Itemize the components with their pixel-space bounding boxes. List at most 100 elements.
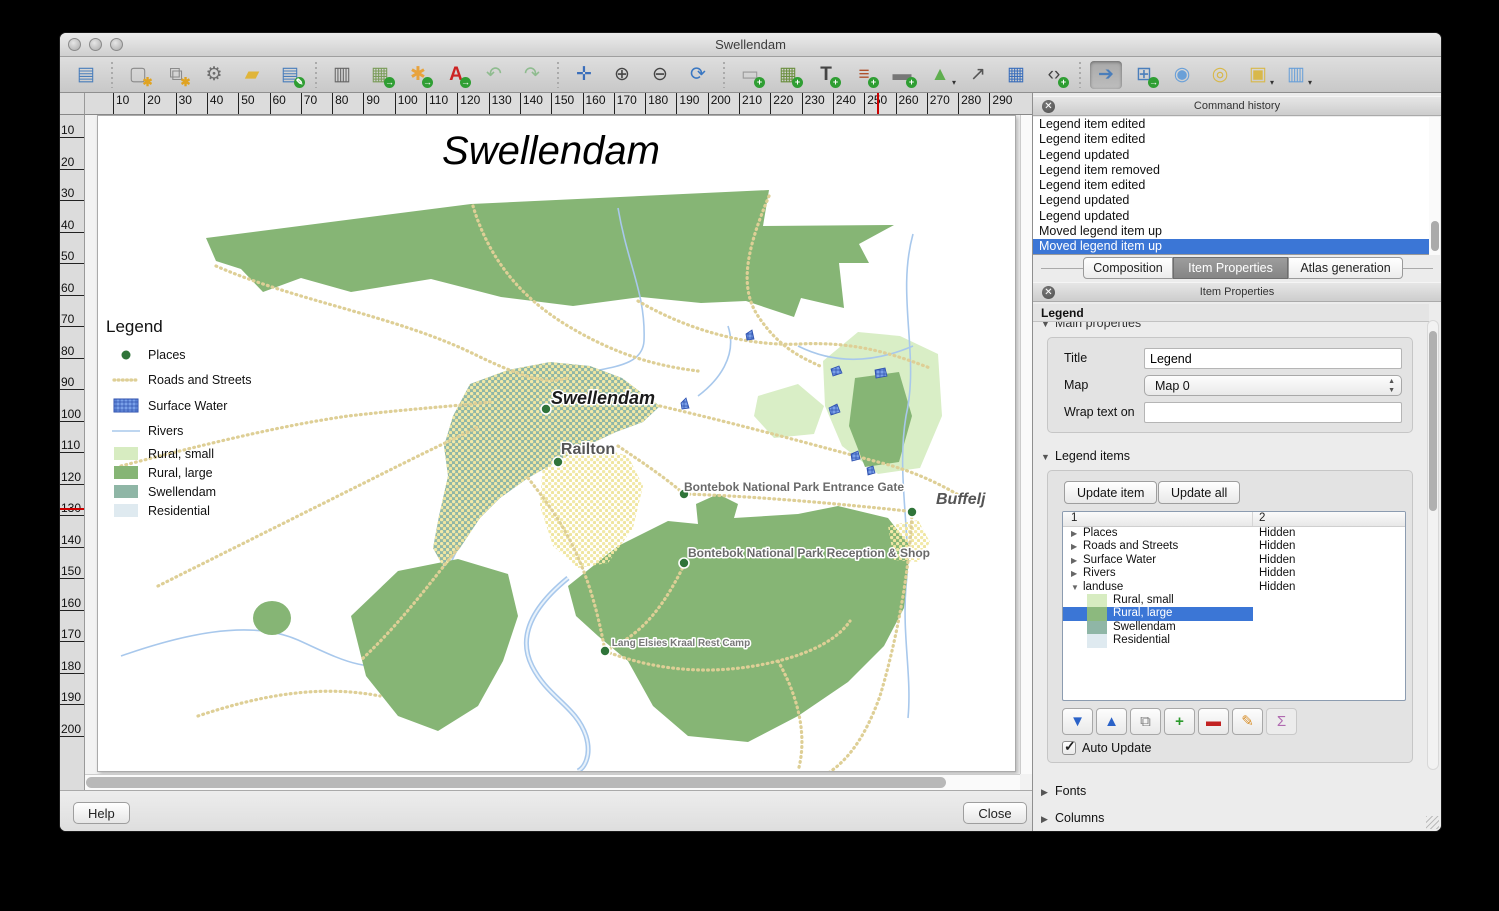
- tree-expander-icon[interactable]: ▶: [1063, 540, 1077, 553]
- tree-row[interactable]: Rural, large: [1063, 607, 1405, 621]
- canvas-hscroll-thumb[interactable]: [86, 777, 946, 788]
- canvas-horizontal-scrollbar[interactable]: [85, 774, 1020, 790]
- count-features-icon[interactable]: Σ: [1266, 708, 1297, 735]
- map-select[interactable]: Map 0 ▲ ▼: [1144, 375, 1402, 396]
- move-up-icon[interactable]: ▲: [1096, 708, 1127, 735]
- v-ruler-tick: 190: [60, 690, 84, 705]
- redo-icon[interactable]: ↷: [516, 61, 548, 89]
- h-ruler-tick: 120: [457, 93, 480, 114]
- horizontal-ruler[interactable]: 10 20 30 40 50 60 70 80 90 100 110 120 130 140 150 160 1…: [85, 93, 1032, 115]
- export-svg-icon[interactable]: ✱ →: [402, 61, 434, 89]
- tree-expander-icon[interactable]: ▼: [1063, 581, 1079, 594]
- help-button[interactable]: Help: [73, 802, 130, 824]
- open-icon[interactable]: ▰: [236, 61, 268, 89]
- tree-row-label: Surface Water: [1083, 553, 1157, 566]
- tree-expander-icon[interactable]: ▶: [1063, 527, 1077, 540]
- add-map-icon[interactable]: ▭ +: [734, 61, 766, 89]
- resize-grip-icon[interactable]: [1426, 816, 1439, 829]
- command-history-item[interactable]: Legend item edited: [1033, 132, 1429, 147]
- paste-item-icon[interactable]: ⧉: [1130, 708, 1161, 735]
- fonts-section-header[interactable]: ▶ Fonts: [1041, 784, 1086, 798]
- tab-composition[interactable]: Composition: [1083, 257, 1173, 279]
- command-history-close-icon[interactable]: ✕: [1042, 100, 1055, 113]
- print-icon[interactable]: ▥: [326, 61, 358, 89]
- select-move-item-icon[interactable]: ➔: [1090, 60, 1122, 89]
- ungroup-items-icon[interactable]: ◎: [1204, 61, 1236, 89]
- columns-section-header[interactable]: ▶ Columns: [1041, 811, 1104, 825]
- composition-manager-icon[interactable]: ⚙: [198, 61, 230, 89]
- add-scalebar-icon[interactable]: ▬ +: [886, 61, 918, 89]
- add-legend-icon[interactable]: ≡ +: [848, 61, 880, 89]
- command-history-item[interactable]: Legend item removed: [1033, 163, 1429, 178]
- export-image-icon[interactable]: ▦ →: [364, 61, 396, 89]
- tree-expander-icon[interactable]: ▶: [1063, 567, 1077, 580]
- legend-places-symbol: [121, 350, 131, 360]
- save-as-template-icon[interactable]: ▤ ✎: [274, 61, 306, 89]
- titlebar[interactable]: Swellendam: [60, 33, 1441, 57]
- remove-item-icon[interactable]: ▬: [1198, 708, 1229, 735]
- save-icon[interactable]: ▤: [70, 61, 102, 89]
- zoom-in-icon[interactable]: ⊕: [606, 61, 638, 89]
- tree-row-label: Rivers: [1083, 567, 1116, 580]
- command-history-item[interactable]: Legend updated: [1033, 209, 1429, 224]
- tree-row[interactable]: Swellendam: [1063, 620, 1405, 635]
- vertical-ruler[interactable]: 1020304050607080901001101201301401501601…: [60, 115, 85, 790]
- tree-row[interactable]: ▼ landuse Hidden: [1063, 581, 1405, 594]
- composition-page[interactable]: Swellendam Legend Places Roads and Stree…: [97, 115, 1016, 780]
- tree-row[interactable]: Rural, small: [1063, 593, 1405, 608]
- map-item[interactable]: Swellendam Legend Places Roads and Stree…: [98, 116, 1015, 780]
- title-field[interactable]: [1144, 348, 1402, 369]
- map-field-label: Map: [1064, 378, 1089, 392]
- duplicate-composition-icon[interactable]: ⧉ ✱: [160, 61, 192, 89]
- update-item-button[interactable]: Update item: [1064, 481, 1158, 504]
- raise-items-icon[interactable]: ▣ ▾: [1242, 61, 1274, 89]
- tree-expander-icon[interactable]: ▶: [1063, 554, 1077, 567]
- canvas-vertical-scrollbar[interactable]: [1020, 115, 1032, 774]
- close-button[interactable]: Close: [963, 802, 1027, 824]
- command-history-scrollbar[interactable]: [1429, 117, 1440, 255]
- tree-row[interactable]: ▶ Places Hidden: [1063, 527, 1405, 540]
- tree-row[interactable]: ▶ Roads and Streets Hidden: [1063, 540, 1405, 553]
- update-all-button[interactable]: Update all: [1158, 481, 1241, 504]
- panel-scroll-thumb[interactable]: [1429, 331, 1437, 511]
- command-history-item[interactable]: Legend updated: [1033, 148, 1429, 163]
- panel-scrollbar[interactable]: [1427, 320, 1439, 770]
- add-item-icon[interactable]: +: [1164, 708, 1195, 735]
- new-composition-icon[interactable]: ▢ ✱: [122, 61, 154, 89]
- item-properties-close-icon[interactable]: ✕: [1042, 286, 1055, 299]
- auto-update-checkbox[interactable]: [1062, 738, 1076, 755]
- command-history-item[interactable]: Moved legend item up: [1033, 239, 1429, 254]
- refresh-icon[interactable]: ⟳: [682, 61, 714, 89]
- map-legend-item[interactable]: Legend Places Roads and Streets Surface …: [106, 317, 252, 518]
- tree-row[interactable]: ▶ Surface Water Hidden: [1063, 554, 1405, 567]
- export-pdf-icon[interactable]: A →: [440, 61, 472, 89]
- tab-item-properties[interactable]: Item Properties: [1173, 257, 1288, 279]
- legend-items-section-header[interactable]: ▼ Legend items: [1041, 449, 1130, 463]
- command-history-item[interactable]: Moved legend item up: [1033, 224, 1429, 239]
- group-items-icon[interactable]: ◉: [1166, 61, 1198, 89]
- add-arrow-icon[interactable]: ↗: [962, 61, 994, 89]
- add-label-icon[interactable]: T +: [810, 61, 842, 89]
- align-items-icon[interactable]: ▥ ▾: [1280, 61, 1312, 89]
- command-history-item[interactable]: Legend updated: [1033, 193, 1429, 208]
- tree-row[interactable]: ▶ Rivers Hidden: [1063, 567, 1405, 580]
- tab-atlas-generation[interactable]: Atlas generation: [1288, 257, 1403, 279]
- wrap-text-field[interactable]: [1144, 402, 1402, 423]
- add-image-icon[interactable]: ▦ +: [772, 61, 804, 89]
- tree-row[interactable]: Residential: [1063, 634, 1405, 648]
- command-history-item[interactable]: Legend item edited: [1033, 178, 1429, 193]
- move-item-content-icon[interactable]: ⊞ →: [1128, 61, 1160, 89]
- move-down-icon[interactable]: ▼: [1062, 708, 1093, 735]
- add-attribute-table-icon[interactable]: ▦: [1000, 61, 1032, 89]
- main-properties-section-header[interactable]: ▼ Main properties: [1041, 322, 1291, 333]
- undo-icon[interactable]: ↶: [478, 61, 510, 89]
- command-history-scroll-thumb[interactable]: [1431, 221, 1439, 251]
- add-html-icon[interactable]: ‹› +: [1038, 61, 1070, 89]
- edit-item-icon[interactable]: ✎: [1232, 708, 1263, 735]
- add-shape-icon[interactable]: ▲ ▾: [924, 61, 956, 89]
- zoom-full-icon[interactable]: ✛: [568, 61, 600, 89]
- legend-items-group: Update item Update all 1 2 ▶ Places Hidden…: [1047, 470, 1413, 763]
- zoom-out-icon[interactable]: ⊖: [644, 61, 676, 89]
- command-history-item[interactable]: Legend item edited: [1033, 117, 1429, 132]
- composition-canvas[interactable]: Swellendam Legend Places Roads and Stree…: [85, 115, 1032, 790]
